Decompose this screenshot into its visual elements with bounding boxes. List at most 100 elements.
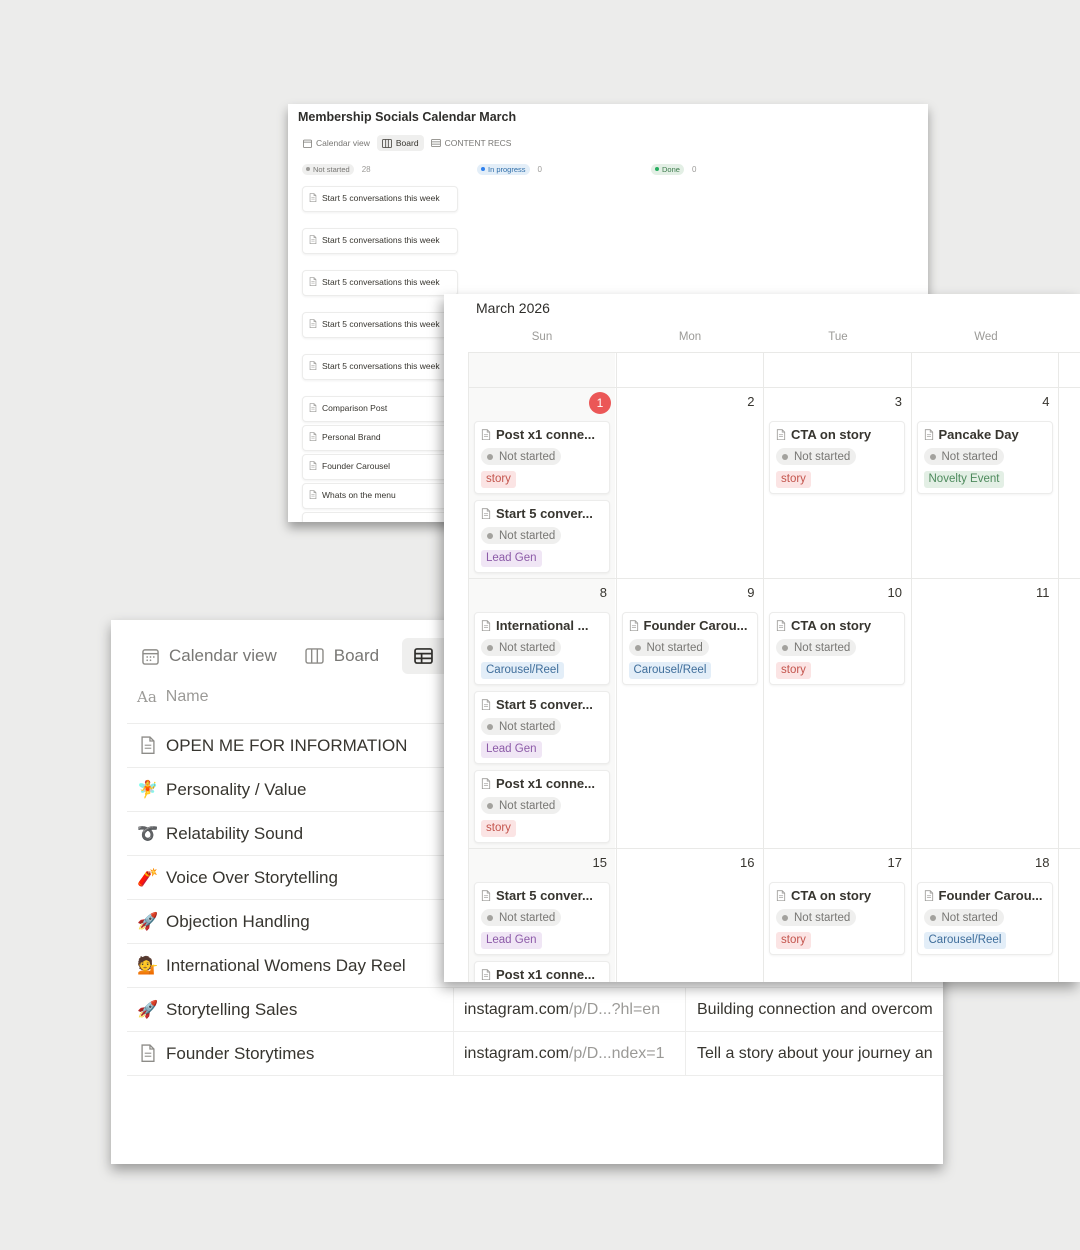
board-card[interactable]: Start 5 conversations this week (302, 354, 458, 381)
event-title: Pancake Day (938, 427, 1019, 442)
calendar-day-cell[interactable]: 16 (615, 849, 763, 982)
day-number: 15 (592, 855, 607, 870)
calendar-day-cell[interactable]: 4 Pancake Day Not started Novelty Event (910, 388, 1058, 578)
board-card[interactable]: Start 5 conversations this week (302, 186, 458, 213)
page-icon (481, 507, 491, 520)
calendar-event-card[interactable]: CTA on story Not started story (769, 612, 905, 685)
table-icon (430, 139, 441, 147)
calendar-day-cell[interactable] (1058, 353, 1080, 387)
calendar-day-cell[interactable]: 11 (910, 579, 1058, 848)
board-card[interactable]: Comparison Post (302, 396, 458, 423)
row-name[interactable]: 💁 International Womens Day Reel (137, 955, 405, 977)
board-card[interactable]: Start 5 conversations this week (302, 228, 458, 255)
calendar-event-card[interactable]: Pancake Day Not started Novelty Event (916, 421, 1053, 494)
table-row[interactable]: 🚀 Storytelling Sales instagram.com/p/D...?… (127, 987, 943, 1031)
name-column-header[interactable]: Aa Name (137, 688, 208, 706)
page-icon (481, 428, 491, 441)
calendar-event-card[interactable]: Post x1 conne... (474, 961, 610, 982)
link-cell[interactable]: instagram.com/p/D...ndex=1 (453, 1032, 684, 1075)
board-card[interactable]: Founder Carousel (302, 454, 458, 481)
card-title: Whats on the menu (322, 490, 396, 500)
table-row[interactable]: Founder Storytimes instagram.com/p/D...nd… (127, 1031, 943, 1076)
status-dot (929, 453, 936, 460)
content-type-tag: Lead Gen (481, 550, 542, 567)
calendar-day-cell[interactable]: 10 CTA on story Not started story (763, 579, 910, 848)
link-cell[interactable]: instagram.com/p/D...?hl=en (453, 988, 684, 1031)
description-cell[interactable]: Tell a story about your journey an (685, 1032, 933, 1075)
weekday-label: Sun (531, 331, 553, 343)
board-card[interactable]: Start 5 conversations this week (302, 270, 458, 297)
board-card[interactable]: Start 5 conversations this week (302, 312, 458, 339)
calendar-day-cell[interactable] (615, 353, 763, 387)
calendar-day-cell[interactable]: 9 Founder Carou... Not started Carousel/Ree… (615, 579, 763, 848)
link-path: /p/D...?hl=en (568, 1000, 661, 1018)
tab-calendar-view[interactable]: Calendar view (137, 638, 282, 674)
description-cell[interactable]: Building connection and overcom (685, 988, 933, 1031)
row-name[interactable]: Founder Storytimes (137, 1043, 314, 1065)
row-name[interactable]: 🚀 Objection Handling (137, 911, 309, 933)
row-name[interactable]: OPEN ME FOR INFORMATION (137, 735, 407, 757)
content-type-tag: story (481, 471, 516, 488)
tab-board[interactable]: Board (376, 135, 424, 151)
page-icon (481, 698, 491, 711)
calendar-event-card[interactable]: Start 5 conver... Not started Lead Gen (474, 691, 610, 764)
calendar-day-cell[interactable]: 18 Founder Carou... Not started Carousel/Re… (910, 849, 1058, 982)
column-header[interactable]: In progress 0 (477, 162, 542, 176)
calendar-event-card[interactable]: Post x1 conne... Not started story (474, 770, 610, 843)
card-title: Start 5 conversations this week (322, 319, 440, 329)
status-label: Not started (499, 720, 556, 733)
calendar-day-cell[interactable] (1058, 579, 1080, 848)
tab-board[interactable]: Board (300, 638, 384, 674)
status-label: Not started (794, 641, 851, 654)
row-name[interactable]: 🧚 Personality / Value (137, 779, 306, 801)
page-icon (481, 889, 491, 902)
event-title: CTA on story (791, 888, 872, 903)
status-badge: Not started (481, 797, 562, 814)
board-card[interactable]: Personal Brand (302, 425, 458, 452)
row-name[interactable]: ➰ Relatability Sound (137, 823, 303, 845)
event-title-row: CTA on story (776, 618, 898, 633)
calendar-day-cell[interactable]: 1 Post x1 conne... Not started story Start 5… (468, 388, 615, 578)
calendar-day-cell[interactable] (468, 353, 615, 387)
page-icon (309, 461, 317, 470)
column-header[interactable]: Not started 28 (302, 162, 371, 176)
event-title: International ... (496, 618, 589, 633)
calendar-day-cell[interactable] (910, 353, 1058, 387)
calendar-day-cell[interactable]: 3 CTA on story Not started story (763, 388, 910, 578)
calendar-event-card[interactable]: Post x1 conne... Not started story (474, 421, 610, 494)
calendar-day-cell[interactable]: 2 (615, 388, 763, 578)
database-view-tabs: Calendar view Board (137, 638, 473, 674)
status-dot (487, 532, 493, 539)
event-title: Start 5 conver... (496, 506, 593, 521)
row-name[interactable]: 🚀 Storytelling Sales (137, 999, 297, 1021)
event-title-row: Post x1 conne... (481, 967, 603, 982)
calendar-day-cell[interactable] (1058, 388, 1080, 578)
calendar-day-cell[interactable]: 8 International ... Not started Carousel/Re… (468, 579, 615, 848)
tab-calendar-view[interactable]: Calendar view (298, 135, 375, 151)
fairy-icon: 🧚 (137, 779, 159, 799)
day-number: 9 (747, 585, 755, 600)
page-icon (141, 1044, 155, 1063)
column-header[interactable]: Done 0 (651, 162, 696, 176)
calendar-day-cell[interactable]: 17 CTA on story Not started story (763, 849, 910, 982)
calendar-event-card[interactable]: CTA on story Not started story (769, 421, 905, 494)
calendar-event-card[interactable]: Start 5 conver... Not started Lead Gen (474, 500, 610, 573)
status-badge: Not started (481, 909, 562, 926)
calendar-event-card[interactable]: Start 5 conver... Not started Lead Gen (474, 882, 610, 955)
calendar-day-cell[interactable] (763, 353, 910, 387)
calendar-event-card[interactable]: CTA on story Not started story (769, 882, 905, 955)
calendar-day-cell[interactable]: 15 Start 5 conver... Not started Lead Gen Po… (468, 849, 615, 982)
board-card[interactable] (302, 512, 458, 522)
row-name[interactable]: 🧨 Voice Over Storytelling (137, 867, 338, 889)
calendar-event-card[interactable]: Founder Carou... Not started Carousel/Reel (621, 612, 758, 685)
calendar-event-card[interactable]: International ... Not started Carousel/Ree… (474, 612, 610, 685)
calendar-event-card[interactable]: Founder Carou... Not started Carousel/Reel (916, 882, 1053, 955)
day-number: 3 (894, 394, 902, 409)
calendar-day-cell[interactable] (1058, 849, 1080, 982)
event-title-row: Post x1 conne... (481, 427, 603, 442)
board-icon (305, 648, 324, 664)
card-title: Founder Carousel (322, 461, 391, 471)
tab-content-recs[interactable]: CONTENT RECS (426, 135, 517, 151)
page-icon (309, 403, 317, 412)
board-card[interactable]: Whats on the menu (302, 483, 458, 510)
